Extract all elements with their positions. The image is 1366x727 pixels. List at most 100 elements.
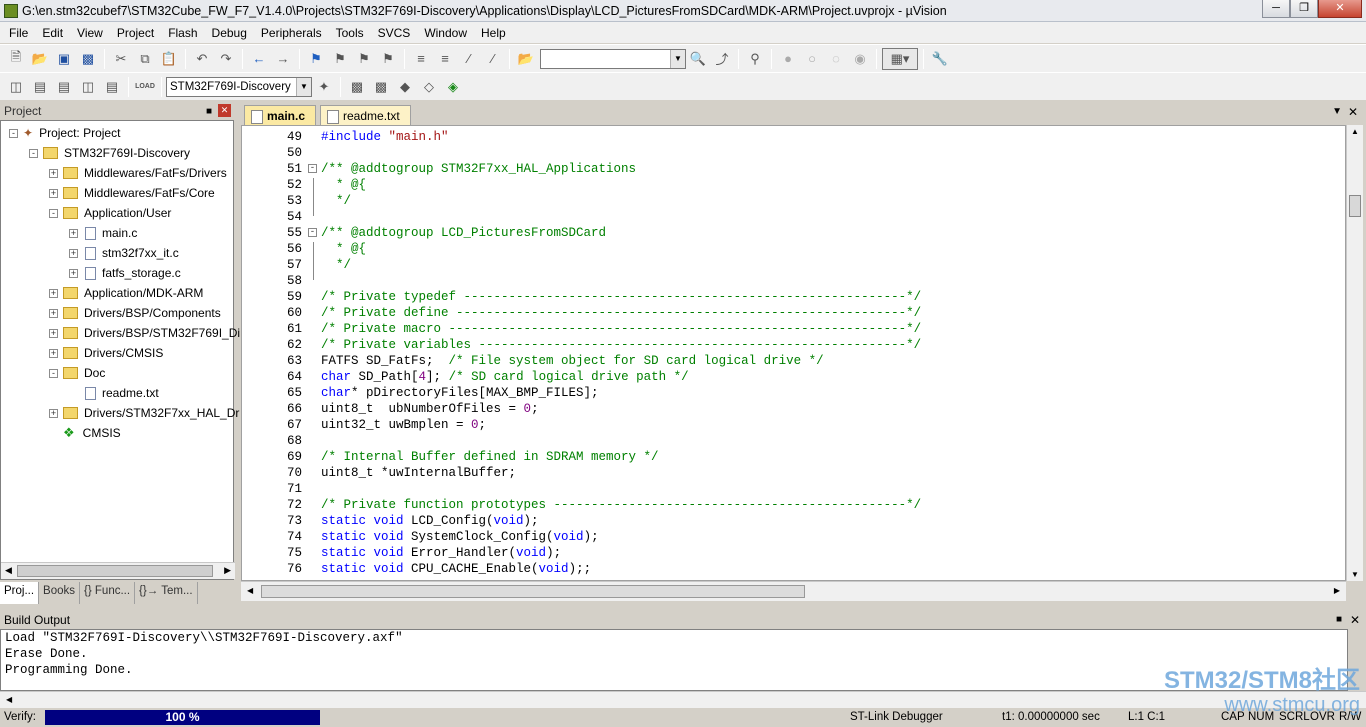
menu-flash[interactable]: Flash	[161, 26, 204, 40]
batch-build-icon[interactable]: ◫	[77, 76, 99, 98]
expand-icon[interactable]: +	[69, 268, 78, 278]
menu-view[interactable]: View	[70, 26, 110, 40]
next-bookmark-icon[interactable]: ⚑	[353, 48, 375, 70]
code-line[interactable]: 63 FATFS SD_FatFs; /* File system object …	[242, 353, 1342, 369]
translate-icon[interactable]: ◫	[5, 76, 27, 98]
stop-build-icon[interactable]: ▤	[101, 76, 123, 98]
collapse-icon[interactable]: -	[49, 368, 58, 378]
close-icon[interactable]: ✕	[1350, 613, 1360, 627]
uncomment-icon[interactable]: ⁄	[482, 48, 504, 70]
code-line[interactable]: 51-/** @addtogroup STM32F7xx_HAL_Applica…	[242, 161, 1342, 177]
code-line[interactable]: 76 static void CPU_CACHE_Enable(void);;	[242, 561, 1342, 577]
tab-templates[interactable]: {}→ Tem...	[135, 582, 198, 604]
file-extensions-icon[interactable]: ▩	[346, 76, 368, 98]
scroll-up-icon[interactable]: ▲	[1351, 127, 1359, 136]
new-file-icon[interactable]: 🗎	[5, 48, 27, 70]
target-options-icon[interactable]: ✦	[313, 76, 335, 98]
breakpoint-icon[interactable]: ●	[777, 48, 799, 70]
find-in-files-icon[interactable]: 📂	[515, 48, 537, 70]
indent-icon[interactable]: ≡	[410, 48, 432, 70]
run-time-environment-icon[interactable]: ◈	[442, 76, 464, 98]
code-line[interactable]: 53 */	[242, 193, 1342, 209]
code-line[interactable]: 67 uint32_t uwBmplen = 0;	[242, 417, 1342, 433]
tab-main-c[interactable]: main.c	[244, 105, 317, 125]
code-line[interactable]: 57 */	[242, 257, 1342, 273]
menu-project[interactable]: Project	[110, 26, 161, 40]
code-line[interactable]: 75 static void Error_Handler(void);	[242, 545, 1342, 561]
tree-item[interactable]: - Application/User	[49, 203, 171, 223]
expand-icon[interactable]: +	[49, 348, 58, 358]
tab-books[interactable]: Books	[39, 582, 81, 604]
prev-bookmark-icon[interactable]: ⚑	[329, 48, 351, 70]
expand-icon[interactable]: +	[69, 248, 78, 258]
nav-forward-icon[interactable]: →	[272, 48, 294, 70]
pin-icon[interactable]: ■	[206, 106, 212, 117]
redo-icon[interactable]: ↷	[215, 48, 237, 70]
clear-bookmarks-icon[interactable]: ⚑	[377, 48, 399, 70]
menu-help[interactable]: Help	[474, 26, 513, 40]
menu-peripherals[interactable]: Peripherals	[254, 26, 329, 40]
tree-item[interactable]: + main.c	[69, 223, 137, 243]
pack-installer-icon[interactable]: ◇	[418, 76, 440, 98]
collapse-icon[interactable]: -	[9, 128, 18, 138]
window-layout-icon[interactable]: ▦▾	[882, 47, 918, 70]
cut-icon[interactable]: ✂	[110, 48, 132, 70]
pin-icon[interactable]: ■	[1336, 614, 1342, 625]
code-line[interactable]: 70 uint8_t *uwInternalBuffer;	[242, 465, 1342, 481]
scroll-right-icon[interactable]: ▶	[1334, 586, 1340, 595]
expand-icon[interactable]: +	[49, 328, 58, 338]
fold-toggle-icon[interactable]: -	[308, 228, 317, 237]
code-line[interactable]: 55-/** @addtogroup LCD_PicturesFromSDCar…	[242, 225, 1342, 241]
scroll-left-icon[interactable]: ◀	[5, 565, 12, 576]
tab-readme-txt[interactable]: readme.txt	[320, 105, 411, 125]
close-button[interactable]: ✕	[1318, 0, 1362, 18]
code-line[interactable]: 61 /* Private macro ---------------------…	[242, 321, 1342, 337]
scroll-right-icon[interactable]: ▶	[224, 565, 231, 576]
tree-item[interactable]: + Application/MDK-ARM	[49, 283, 203, 303]
disable-breakpoint-icon[interactable]: ○	[801, 48, 823, 70]
manage-project-items-icon[interactable]: ▩	[370, 76, 392, 98]
find-icon[interactable]: 🔍	[687, 48, 709, 70]
menu-window[interactable]: Window	[417, 26, 474, 40]
tree-item[interactable]: + Middlewares/FatFs/Core	[49, 183, 215, 203]
comment-icon[interactable]: ⁄	[458, 48, 480, 70]
tree-item[interactable]: - Doc	[49, 363, 105, 383]
tree-item[interactable]: ❖ CMSIS	[49, 423, 121, 443]
minimize-button[interactable]: ─	[1262, 0, 1290, 18]
save-all-icon[interactable]: ▩	[77, 48, 99, 70]
code-line[interactable]: 74 static void SystemClock_Config(void);	[242, 529, 1342, 545]
code-editor[interactable]: 49 #include "main.h" 50 51-/** @addtogroup …	[241, 125, 1346, 581]
save-icon[interactable]: ▣	[53, 48, 75, 70]
download-load-icon[interactable]: LOAD	[134, 76, 156, 98]
scroll-thumb[interactable]	[1349, 195, 1361, 217]
tree-item[interactable]: + Drivers/CMSIS	[49, 343, 163, 363]
collapse-icon[interactable]: -	[29, 148, 38, 158]
collapse-icon[interactable]: -	[49, 208, 58, 218]
build-horizontal-scrollbar[interactable]: ◀	[0, 691, 1366, 708]
expand-icon[interactable]: +	[49, 168, 58, 178]
code-line[interactable]: 65 char* pDirectoryFiles[MAX_BMP_FILES];	[242, 385, 1342, 401]
copy-icon[interactable]: ⧉	[134, 48, 156, 70]
code-line[interactable]: 66 uint8_t ubNumberOfFiles = 0;	[242, 401, 1342, 417]
rebuild-icon[interactable]: ▤	[53, 76, 75, 98]
tree-item[interactable]: - STM32F769I-Discovery	[29, 143, 190, 163]
tab-list-icon[interactable]: ▼	[1332, 106, 1342, 117]
editor-vertical-scrollbar[interactable]: ▲ ▼	[1346, 125, 1363, 581]
close-editor-icon[interactable]: ✕	[1348, 105, 1358, 119]
tree-item[interactable]: + Middlewares/FatFs/Drivers	[49, 163, 227, 183]
code-line[interactable]: 59 /* Private typedef -------------------…	[242, 289, 1342, 305]
code-line[interactable]: 52 * @{	[242, 177, 1342, 193]
disable-all-breakpoints-icon[interactable]: ◌	[825, 48, 847, 70]
search-combo[interactable]: ▼	[540, 48, 686, 69]
tree-item[interactable]: readme.txt	[69, 383, 159, 403]
code-line[interactable]: 50	[242, 145, 1342, 161]
target-select[interactable]: STM32F769I-Discovery ▼	[166, 76, 312, 97]
menu-debug[interactable]: Debug	[205, 26, 254, 40]
code-line[interactable]: 60 /* Private define --------------------…	[242, 305, 1342, 321]
tree-item[interactable]: + fatfs_storage.c	[69, 263, 181, 283]
expand-icon[interactable]: +	[69, 228, 78, 238]
tree-item[interactable]: + Drivers/STM32F7xx_HAL_Dr	[49, 403, 239, 423]
chevron-down-icon[interactable]: ▼	[670, 49, 685, 68]
nav-back-icon[interactable]: ←	[248, 48, 270, 70]
editor-horizontal-scrollbar[interactable]: ◀ ▶	[241, 581, 1346, 601]
